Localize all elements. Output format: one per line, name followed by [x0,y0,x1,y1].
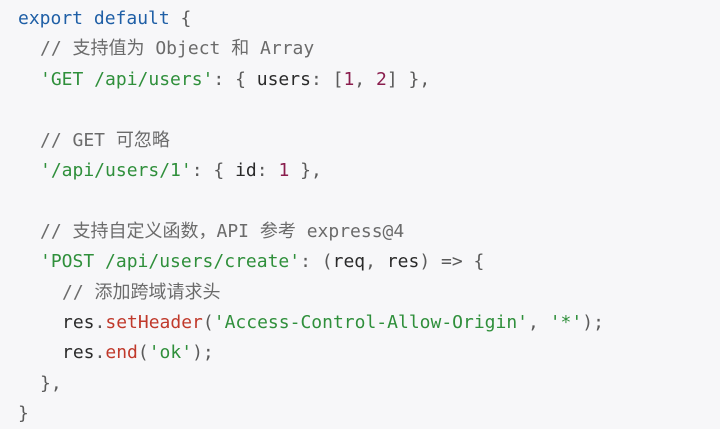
punctuation: ( [202,311,214,333]
number-literal: 1 [343,68,355,90]
punctuation: : ( [300,251,333,273]
number-literal: 1 [278,159,290,181]
string-literal: '*' [549,311,583,333]
comment: // 添加跨域请求头 [62,281,221,303]
punctuation: } [18,403,29,425]
punctuation: ] }, [386,68,431,90]
punctuation: ( [137,342,149,364]
punctuation: }, [40,372,62,394]
punctuation: : [ [310,68,344,90]
punctuation: ); [582,311,604,333]
code-line: 'POST /api/users/create': (req, res) => … [18,247,720,277]
code-line: // 添加跨域请求头 [18,278,720,308]
punctuation: : { [213,68,257,90]
punctuation: . [94,311,106,333]
punctuation: : { [191,159,236,181]
punctuation: : [256,159,279,181]
code-line: } [18,399,720,429]
punctuation: , [365,251,387,273]
number-literal: 2 [375,68,387,90]
code-line: }, [18,369,720,399]
property-name: id [235,159,257,181]
comment: // 支持自定义函数，API 参考 express@4 [40,220,405,242]
code-block: export default { // 支持值为 Object 和 Array … [0,0,720,428]
comment: // 支持值为 Object 和 Array [40,38,315,60]
string-literal: 'Access-Control-Allow-Origin' [213,311,529,333]
punctuation: }, [289,159,322,181]
parameter-name: req [332,251,366,273]
code-line: // 支持自定义函数，API 参考 express@4 [18,217,720,247]
code-line: 'GET /api/users': { users: [1, 2] }, [18,65,720,95]
punctuation: ); [192,342,214,364]
string-literal: 'ok' [148,342,193,364]
object-name: res [62,311,95,333]
code-line: export default { [18,4,720,34]
function-name: end [105,342,138,364]
route-key-string: '/api/users/1' [40,159,192,181]
punctuation: , [354,68,376,90]
punctuation: { [169,8,192,29]
punctuation: , [528,311,550,333]
code-line: // GET 可忽略 [18,126,720,156]
code-line: // 支持值为 Object 和 Array [18,34,720,64]
code-line: res.end('ok'); [18,338,720,368]
route-key-string: 'POST /api/users/create' [40,251,301,273]
code-line: '/api/users/1': { id: 1 }, [18,156,720,186]
punctuation: ) => { [419,251,485,273]
route-key-string: 'GET /api/users' [40,68,214,90]
function-name: setHeader [105,311,203,333]
comment: // GET 可忽略 [40,129,170,151]
punctuation: . [94,342,106,364]
property-name: users [256,68,311,90]
code-line: res.setHeader('Access-Control-Allow-Orig… [18,308,720,338]
object-name: res [62,342,95,364]
export-default-keyword: export default [18,8,170,29]
parameter-name: res [386,251,420,273]
